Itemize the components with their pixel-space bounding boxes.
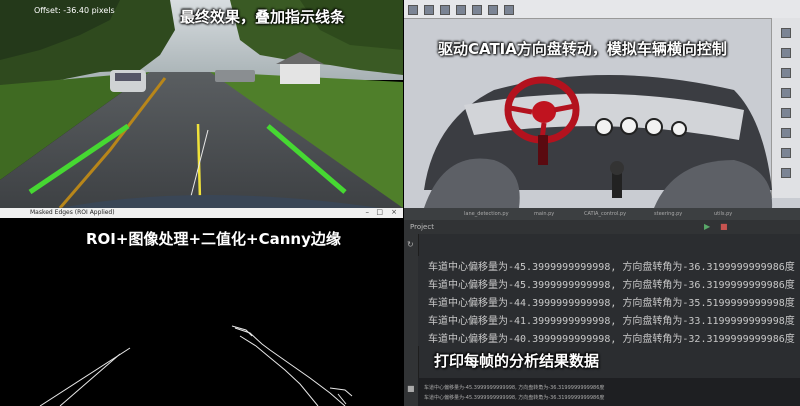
minimize-icon[interactable]: – [366, 208, 370, 216]
console-output: 车道中心偏移量为-45.3999999999998, 方向盘转角为-36.319… [418, 256, 800, 346]
ide-view-panel: lane_detection.py main.py CATIA_control.… [404, 208, 800, 406]
tab-2[interactable]: main.py [534, 211, 554, 217]
close-icon[interactable]: × [391, 208, 397, 216]
run-toolbar: Project ▶ ■ [404, 220, 800, 234]
edges-view-panel: Masked Edges (ROI Applied) – □ × ROI+图像处… [0, 208, 403, 406]
console-line: 车道中心偏移量为-45.3999999999998, 方向盘转角为-36.319… [428, 280, 795, 291]
maximize-icon[interactable]: □ [376, 208, 383, 216]
tab-1[interactable]: lane_detection.py [464, 211, 509, 217]
stop-console-icon[interactable]: ■ [407, 384, 415, 393]
edges-view-caption: ROI+图像处理+二值化+Canny边缘 [86, 230, 341, 248]
console-line: 车道中心偏移量为-40.3999999999998, 方向盘转角为-32.319… [428, 334, 795, 345]
tab-3[interactable]: CATIA_control.py [584, 211, 626, 217]
edges-window-titlebar: Masked Edges (ROI Applied) – □ × [0, 208, 403, 218]
console-line: 车道中心偏移量为-41.3999999999998, 方向盘转角为-33.119… [428, 316, 795, 327]
console-line-small: 车道中心偏移量为-45.3999999999998, 方向盘转角为-36.319… [424, 395, 605, 401]
run-icon[interactable]: ▶ [704, 222, 710, 231]
stop-icon[interactable]: ■ [720, 222, 728, 231]
catia-view-panel: 驱动CATIA方向盘转动，模拟车辆横向控制 [404, 0, 800, 208]
catia-view-caption: 驱动CATIA方向盘转动，模拟车辆横向控制 [438, 40, 727, 58]
bottom-console: 车道中心偏移量为-45.3999999999998, 方向盘转角为-36.319… [418, 378, 800, 406]
project-label[interactable]: Project [410, 223, 434, 231]
console-line: 车道中心偏移量为-44.3999999999998, 方向盘转角为-35.519… [428, 298, 795, 309]
ide-view-caption: 打印每帧的分析结果数据 [434, 352, 600, 370]
offset-readout: Offset: -36.40 pixels [34, 6, 115, 15]
tab-4[interactable]: steering.py [654, 211, 682, 217]
console-line-small: 车道中心偏移量为-45.3999999999998, 方向盘转角为-36.319… [424, 385, 605, 391]
road-view-panel: Offset: -36.40 pixels 最终效果，叠加指示线条 [0, 0, 403, 208]
road-view-caption: 最终效果，叠加指示线条 [180, 8, 346, 26]
rerun-icon[interactable]: ↻ [407, 240, 414, 249]
console-line: 车道中心偏移量为-45.3999999999998, 方向盘转角为-36.319… [428, 262, 795, 273]
tab-5[interactable]: utils.py [714, 211, 732, 217]
road-scene [0, 0, 403, 208]
edges-window-title: Masked Edges (ROI Applied) [30, 209, 115, 216]
car-interior-model [424, 75, 773, 208]
console-gutter: ↻ ■ [404, 234, 419, 406]
